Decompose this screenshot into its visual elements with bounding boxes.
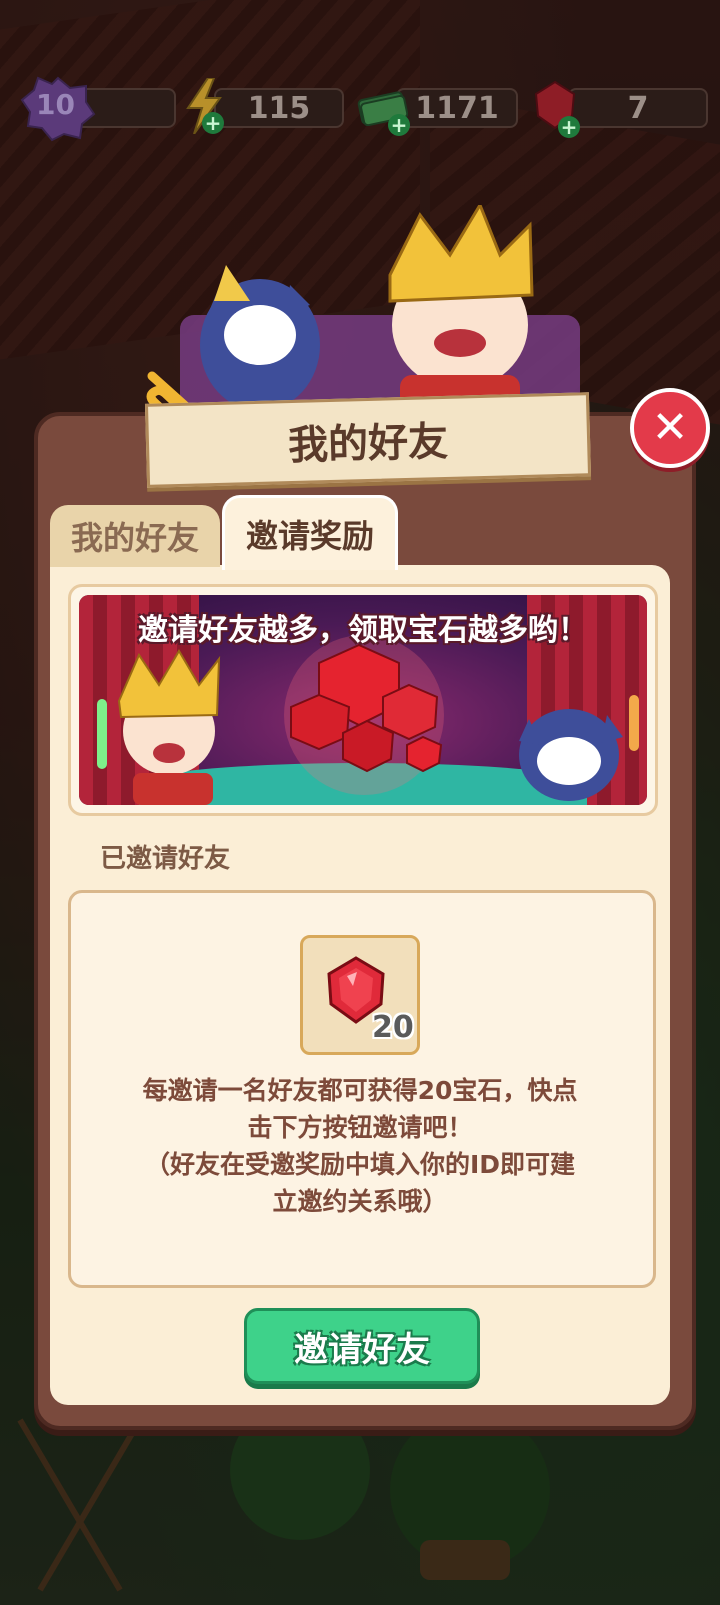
invite-friends-button[interactable]: 邀请好友 <box>244 1308 480 1384</box>
gem-bar: 7 <box>568 88 708 128</box>
gem-hud[interactable]: 7 + <box>532 80 708 138</box>
banner-headline: 邀请好友越多，领取宝石越多哟！ <box>138 613 588 648</box>
invite-friends-label: 邀请好友 <box>294 1329 430 1370</box>
description-line: 击下方按钮邀请吧！ <box>247 1113 473 1142</box>
gem-value: 7 <box>627 90 649 126</box>
cash-bar: 1171 <box>396 88 518 128</box>
close-icon: ✕ <box>651 402 689 453</box>
gem-pile-icon <box>284 635 444 795</box>
energy-bar: 115 <box>214 88 344 128</box>
energy-value: 115 <box>247 90 311 126</box>
cash-value: 1171 <box>415 90 499 126</box>
dialog-title: 我的好友 <box>287 418 449 470</box>
level-value: 10 <box>36 88 75 121</box>
description-line: （好友在受邀奖励中填入你的ID即可建 <box>144 1150 576 1179</box>
add-gem-icon[interactable]: + <box>558 116 580 138</box>
mascot-king-icon <box>97 649 221 805</box>
tab-my-friends-label: 我的好友 <box>70 519 199 557</box>
invite-promo-banner: 邀请好友越多，领取宝石越多哟！ <box>68 584 658 816</box>
add-cash-icon[interactable]: + <box>388 114 410 136</box>
description-line: 立邀约关系哦） <box>272 1187 448 1216</box>
reward-description: 每邀请一名好友都可获得20宝石，快点 击下方按钮邀请吧！ （好友在受邀奖励中填入… <box>110 1072 610 1220</box>
mascot-cat-icon <box>519 695 639 801</box>
reward-quantity: 20 <box>372 1010 414 1045</box>
energy-hud[interactable]: 115 + <box>184 78 344 134</box>
close-button[interactable]: ✕ <box>630 388 710 468</box>
tab-my-friends[interactable]: 我的好友 <box>50 505 220 567</box>
level-hud[interactable]: 10 <box>12 76 176 142</box>
invited-friends-label: 已邀请好友 <box>100 844 231 874</box>
description-line: 每邀请一名好友都可获得20宝石，快点 <box>142 1076 578 1105</box>
cash-hud[interactable]: 1171 + <box>356 84 518 136</box>
tab-invite-rewards[interactable]: 邀请奖励 <box>222 495 398 570</box>
add-energy-icon[interactable]: + <box>202 112 224 134</box>
dialog-title-banner: 我的好友 <box>144 392 592 488</box>
tab-invite-rewards-label: 邀请奖励 <box>245 517 374 555</box>
